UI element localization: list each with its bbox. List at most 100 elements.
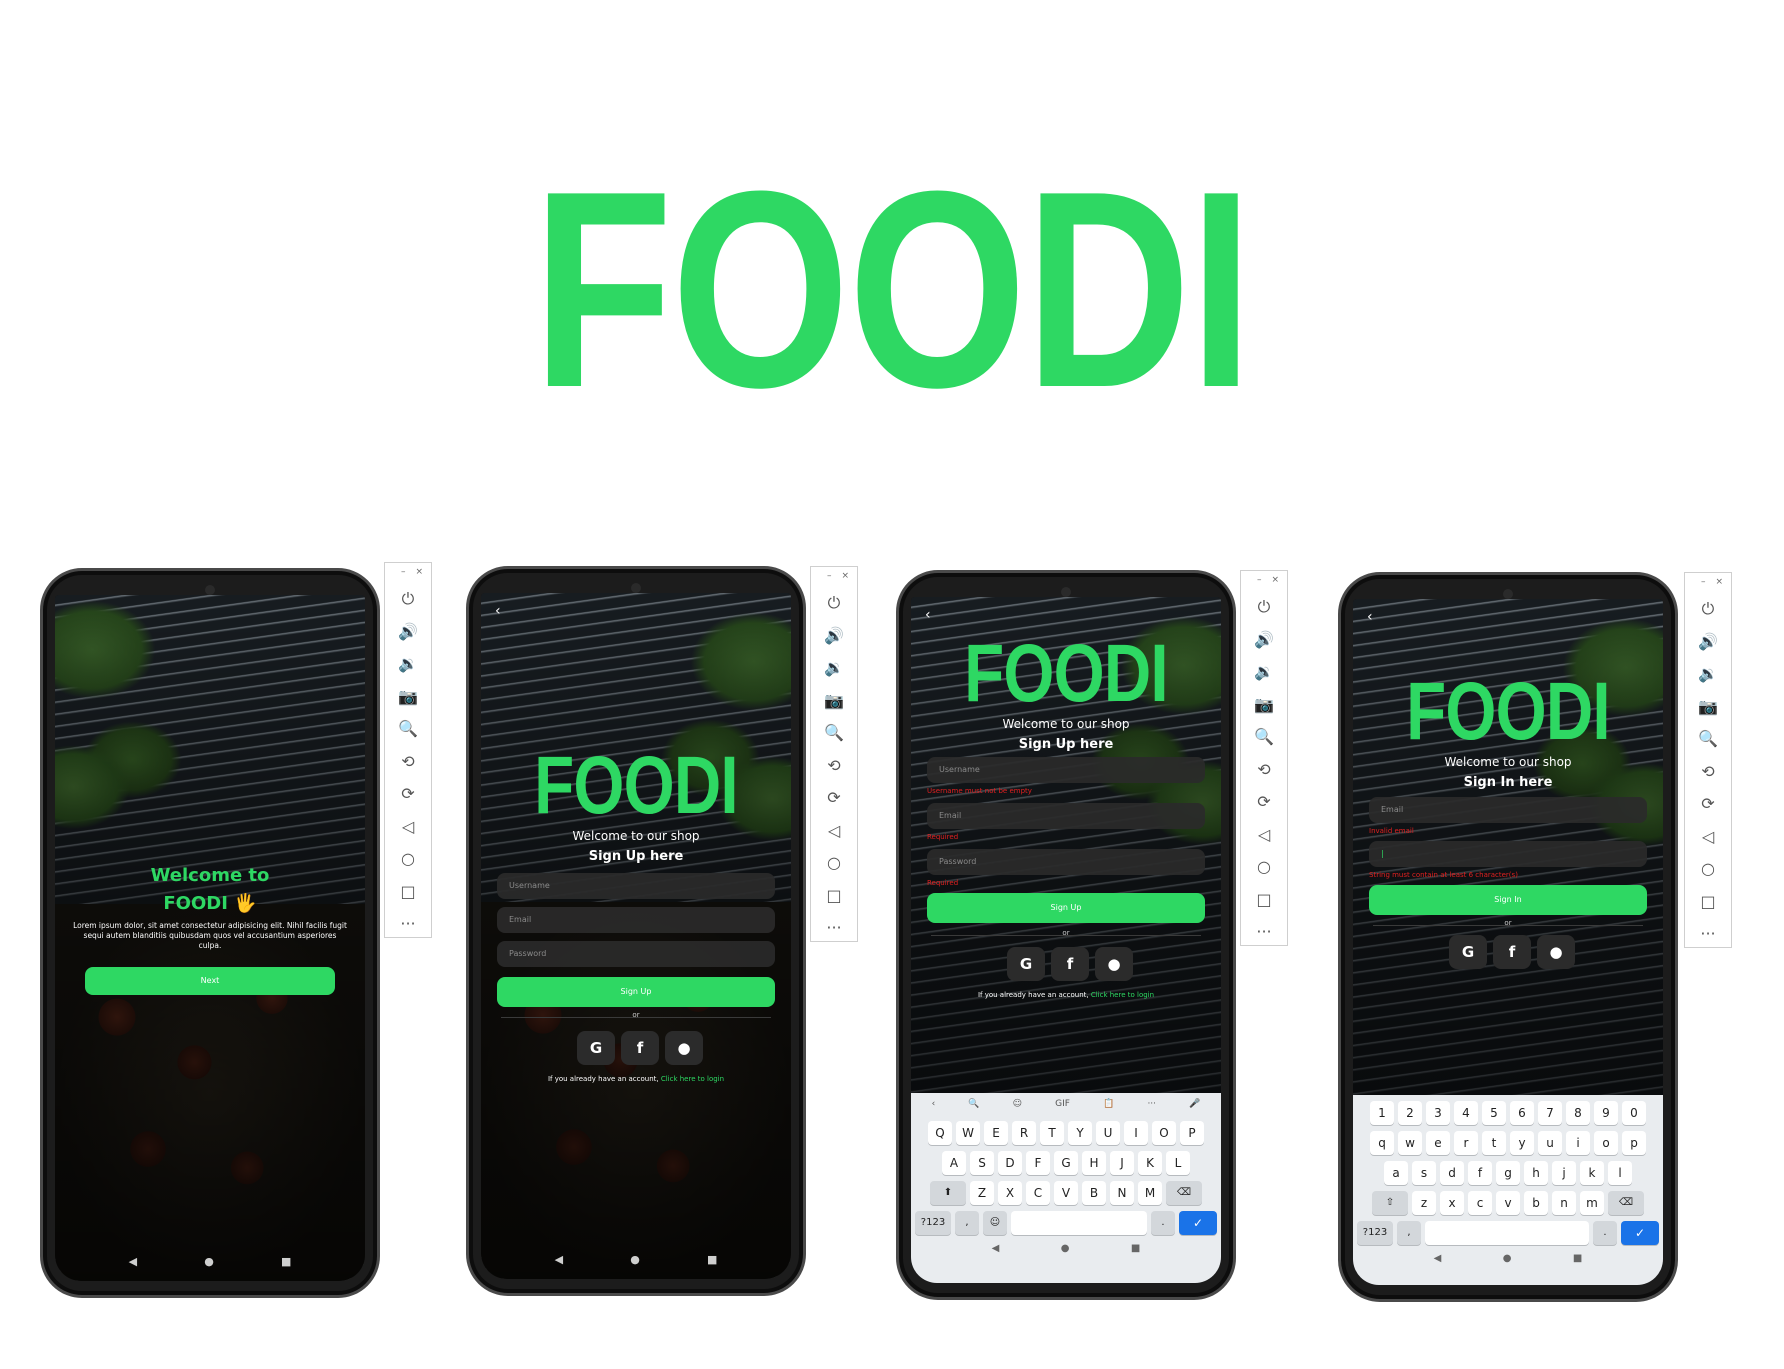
keyboard-key[interactable]: u — [1538, 1131, 1562, 1155]
keyboard-key[interactable]: w — [1398, 1131, 1422, 1155]
period-key[interactable]: . — [1151, 1211, 1175, 1235]
keyboard-key[interactable]: p — [1622, 1131, 1646, 1155]
keyboard-key[interactable]: n — [1552, 1191, 1576, 1215]
password-field[interactable]: Password — [497, 941, 775, 967]
keyboard-key[interactable]: y — [1510, 1131, 1534, 1155]
back-arrow-icon[interactable]: ‹ — [925, 607, 931, 623]
nav-back-icon[interactable]: ◀ — [1434, 1253, 1442, 1264]
keyboard-key[interactable]: 9 — [1594, 1101, 1618, 1125]
volume-down-icon[interactable]: 🔉 — [1241, 656, 1287, 689]
camera-icon[interactable]: 📷 — [385, 681, 431, 714]
keyboard-key[interactable]: f — [1468, 1161, 1492, 1185]
more-icon[interactable]: ··· — [1241, 916, 1287, 949]
keyboard-key[interactable]: N — [1110, 1181, 1134, 1205]
next-button[interactable]: Next — [85, 967, 335, 995]
keyboard-key[interactable]: 6 — [1510, 1101, 1534, 1125]
keyboard-key[interactable]: x — [1440, 1191, 1464, 1215]
keyboard-key[interactable]: O — [1152, 1121, 1176, 1145]
email-field[interactable]: Email — [927, 803, 1205, 829]
minimize-button[interactable]: – — [1701, 577, 1706, 593]
overview-icon[interactable]: □ — [385, 876, 431, 909]
keyboard-key[interactable]: m — [1580, 1191, 1604, 1215]
home-icon[interactable]: ○ — [1241, 851, 1287, 884]
keyboard-key[interactable]: H — [1082, 1151, 1106, 1175]
keyboard-key[interactable]: V — [1054, 1181, 1078, 1205]
signup-button[interactable]: Sign Up — [497, 977, 775, 1007]
keyboard-key[interactable]: 7 — [1538, 1101, 1562, 1125]
rotate-right-icon[interactable]: ⟳ — [1685, 788, 1731, 821]
nav-recents-icon[interactable]: ■ — [1573, 1253, 1582, 1264]
nav-recents-icon[interactable]: ■ — [281, 1255, 291, 1268]
overview-icon[interactable]: □ — [1685, 886, 1731, 919]
keyboard-key[interactable]: l — [1608, 1161, 1632, 1185]
power-icon[interactable]: ⏻ — [385, 583, 431, 616]
nav-home-icon[interactable]: ● — [1061, 1243, 1070, 1254]
close-button[interactable]: × — [1715, 577, 1723, 593]
keyboard-key[interactable]: 0 — [1622, 1101, 1646, 1125]
keyboard-key[interactable]: I — [1124, 1121, 1148, 1145]
nav-recents-icon[interactable]: ■ — [1131, 1243, 1140, 1254]
google-button[interactable]: G — [1007, 947, 1045, 981]
overview-icon[interactable]: □ — [811, 880, 857, 913]
keyboard-key[interactable]: Y — [1068, 1121, 1092, 1145]
minimize-button[interactable]: – — [827, 571, 832, 587]
home-icon[interactable]: ○ — [385, 843, 431, 876]
volume-up-icon[interactable]: 🔊 — [1685, 626, 1731, 659]
signin-button[interactable]: Sign In — [1369, 885, 1647, 915]
username-field[interactable]: Username — [927, 757, 1205, 783]
password-field[interactable]: | — [1369, 841, 1647, 867]
keyboard-key[interactable]: Q — [928, 1121, 952, 1145]
space-key[interactable] — [1011, 1211, 1147, 1235]
enter-key[interactable]: ✓ — [1621, 1221, 1659, 1245]
keyboard-key[interactable]: E — [984, 1121, 1008, 1145]
comma-key[interactable]: , — [955, 1211, 979, 1235]
volume-down-icon[interactable]: 🔉 — [1685, 658, 1731, 691]
keyboard-key[interactable]: o — [1594, 1131, 1618, 1155]
keyboard-key[interactable]: z — [1412, 1191, 1436, 1215]
nav-recents-icon[interactable]: ■ — [707, 1253, 717, 1266]
password-field[interactable]: Password — [927, 849, 1205, 875]
keyboard-key[interactable]: 1 — [1370, 1101, 1394, 1125]
login-link[interactable]: Click here to login — [1091, 991, 1154, 999]
nav-home-icon[interactable]: ● — [204, 1255, 214, 1268]
keyboard-key[interactable]: 5 — [1482, 1101, 1506, 1125]
keyboard-key[interactable]: X — [998, 1181, 1022, 1205]
nav-back-icon[interactable]: ◀ — [129, 1255, 137, 1268]
keyboard-key[interactable]: h — [1524, 1161, 1548, 1185]
keyboard-key[interactable]: e — [1426, 1131, 1450, 1155]
emoji-key[interactable]: ☺ — [983, 1211, 1007, 1235]
more-icon[interactable]: ··· — [1685, 918, 1731, 951]
keyboard-key[interactable]: W — [956, 1121, 980, 1145]
shift-key[interactable]: ⬆ — [930, 1181, 966, 1205]
username-field[interactable]: Username — [497, 873, 775, 899]
more-icon[interactable]: ··· — [811, 912, 857, 945]
volume-up-icon[interactable]: 🔊 — [811, 620, 857, 653]
keyboard-key[interactable]: D — [998, 1151, 1022, 1175]
apple-button[interactable]: ● — [1537, 935, 1575, 969]
back-icon[interactable]: ◁ — [1241, 819, 1287, 852]
apple-button[interactable]: ● — [665, 1031, 703, 1065]
facebook-button[interactable]: f — [1051, 947, 1089, 981]
keyboard-key[interactable]: J — [1110, 1151, 1134, 1175]
space-key[interactable] — [1425, 1221, 1589, 1245]
kb-sticker-icon[interactable]: ☺ — [1013, 1099, 1022, 1109]
comma-key[interactable]: , — [1397, 1221, 1421, 1245]
power-icon[interactable]: ⏻ — [1685, 593, 1731, 626]
backspace-key[interactable]: ⌫ — [1166, 1181, 1202, 1205]
keyboard-key[interactable]: A — [942, 1151, 966, 1175]
symbols-key[interactable]: ?123 — [915, 1211, 951, 1235]
volume-up-icon[interactable]: 🔊 — [385, 616, 431, 649]
keyboard-key[interactable]: j — [1552, 1161, 1576, 1185]
home-icon[interactable]: ○ — [811, 847, 857, 880]
keyboard-key[interactable]: a — [1384, 1161, 1408, 1185]
back-icon[interactable]: ◁ — [1685, 821, 1731, 854]
keyboard-key[interactable]: 4 — [1454, 1101, 1478, 1125]
minimize-button[interactable]: – — [401, 567, 406, 583]
back-icon[interactable]: ◁ — [385, 811, 431, 844]
rotate-right-icon[interactable]: ⟳ — [1241, 786, 1287, 819]
nav-home-icon[interactable]: ● — [630, 1253, 640, 1266]
volume-down-icon[interactable]: 🔉 — [811, 652, 857, 685]
email-field[interactable]: Email — [497, 907, 775, 933]
camera-icon[interactable]: 📷 — [1241, 689, 1287, 722]
google-button[interactable]: G — [577, 1031, 615, 1065]
